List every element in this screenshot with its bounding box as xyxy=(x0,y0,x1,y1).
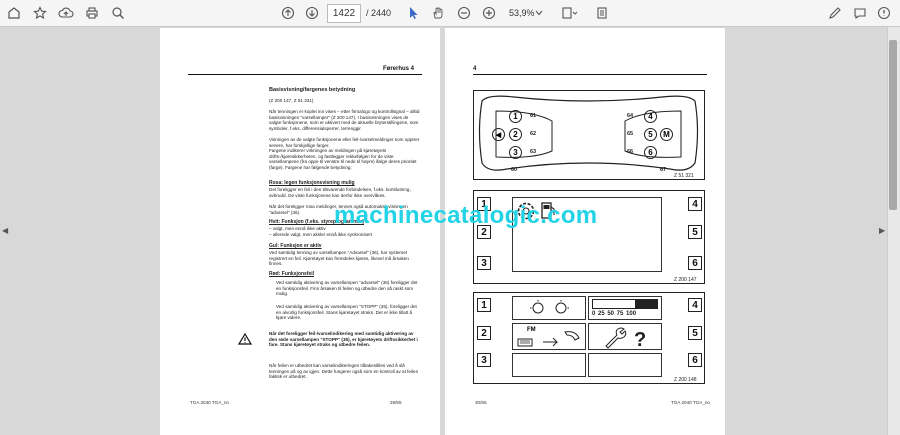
zoom-level[interactable]: 53,9% xyxy=(509,8,535,18)
page-header: Førerhus 4 xyxy=(383,66,415,72)
watermark-text: machinecatalogic.com xyxy=(334,202,598,229)
page-left: Førerhus 4 Basisvisning/fargenes betydni… xyxy=(160,28,440,435)
info-key-6: 6 xyxy=(688,353,702,367)
display-key-5: 5 xyxy=(688,225,702,239)
left-panel-toggle-icon[interactable]: ◀ xyxy=(2,226,8,235)
info-key-3: 3 xyxy=(477,353,491,367)
zoom-out-icon[interactable] xyxy=(455,3,473,23)
home-icon[interactable] xyxy=(5,3,23,23)
intro-paragraph: Når tenningen er koplet inn vises – ette… xyxy=(269,109,420,131)
callout-67: 67 xyxy=(660,167,667,173)
print-icon[interactable] xyxy=(83,3,101,23)
footer-page-number: 29/55 xyxy=(390,400,402,405)
zoom-search-icon[interactable] xyxy=(109,3,127,23)
next-page-icon[interactable] xyxy=(303,3,321,23)
right-panel-toggle-icon[interactable]: ▶ xyxy=(879,226,885,235)
page-options-icon[interactable] xyxy=(593,3,611,23)
lamp-cell xyxy=(512,296,586,320)
wrench-question-icon: ? xyxy=(605,327,646,349)
footer-page-number: 30/55 xyxy=(475,400,487,405)
warning-triangle-icon xyxy=(237,332,253,350)
level-gauge xyxy=(592,299,658,309)
info-key-2: 2 xyxy=(477,326,491,340)
wheel-button-4: 4 xyxy=(644,110,657,123)
callout-66: 66 xyxy=(627,149,634,155)
wheel-button-1: 1 xyxy=(509,110,522,123)
wheel-button-6: 6 xyxy=(644,146,657,159)
intro-paragraph-3: Fargene indikerer virkningen av meldinge… xyxy=(269,148,417,170)
wheel-button-3: 3 xyxy=(509,146,522,159)
display-key-4: 4 xyxy=(688,197,702,211)
gauge-ticks: 0 25 50 75 100 xyxy=(592,311,637,317)
display-info-figure: 1 2 3 4 5 6 0 25 50 75 100 FM ? Z 200 14… xyxy=(473,292,705,384)
account-icon[interactable] xyxy=(875,3,893,23)
callout-60: 60 xyxy=(511,167,518,173)
page-header: 4 xyxy=(473,66,477,72)
page-total: / 2440 xyxy=(366,8,392,18)
display-key-6: 6 xyxy=(688,256,702,270)
gauge-cell: 0 25 50 75 100 xyxy=(588,296,662,320)
previous-page-icon[interactable] xyxy=(279,3,297,23)
pink-text: Det foreligger en feil i den tilsvarende… xyxy=(269,187,411,198)
header-rule xyxy=(188,74,422,75)
footer-doc-id: TGA 2040 TGA_no xyxy=(190,400,229,405)
svg-text:?: ? xyxy=(634,329,646,349)
light-bulbs-icon xyxy=(530,300,569,314)
info-key-1: 1 xyxy=(477,298,491,312)
red-bullet-1: Ved samtidig aktivering av varsellampen … xyxy=(276,280,418,297)
display-key-3: 3 xyxy=(477,256,491,270)
level-gauge-fill xyxy=(635,300,658,308)
wheel-left-arrow-button: ◀ xyxy=(492,128,505,141)
page-number-input[interactable]: 1422 xyxy=(327,4,361,23)
callout-63: 63 xyxy=(530,149,537,155)
comment-icon[interactable] xyxy=(851,3,869,23)
wheel-button-2: 2 xyxy=(509,128,522,141)
empty-cell-right xyxy=(588,353,662,377)
callout-61: 61 xyxy=(530,113,537,119)
callout-62: 62 xyxy=(530,131,537,137)
figure-reference: (Z 200 147, Z 51 331) xyxy=(269,98,314,103)
fm-cell: FM xyxy=(512,323,586,350)
bookmark-star-icon[interactable] xyxy=(31,3,49,23)
sign-pen-icon[interactable] xyxy=(826,3,844,23)
wheel-button-5: 5 xyxy=(644,128,657,141)
select-cursor-icon[interactable] xyxy=(405,3,421,23)
section-title: Basisvisning/fargenes betydning xyxy=(269,87,356,93)
red-heading: Rød: Funksjonsfeil xyxy=(269,271,314,277)
service-cell: ? xyxy=(588,323,662,350)
empty-cell-left xyxy=(512,353,586,377)
pdf-toolbar: 1422 / 2440 53,9% xyxy=(0,0,900,27)
radio-phone-icon xyxy=(517,331,580,347)
yellow-heading: Gul: Funksjon er aktiv xyxy=(269,243,322,249)
figure-caption: Z 200 148 xyxy=(674,377,697,383)
warning-text: Når det foreligger feil-/varselindikerin… xyxy=(269,331,418,348)
red-bullet-2: Ved samtidig aktivering av varsellampen … xyxy=(276,304,417,321)
scrollbar-thumb[interactable] xyxy=(889,40,897,210)
closing-paragraph: Når feilen er utbedret kan varselindiker… xyxy=(269,363,419,380)
callout-64: 64 xyxy=(627,113,634,119)
yellow-text: Ved samtidig tenning av varsellampen "Ad… xyxy=(269,250,409,267)
info-key-5: 5 xyxy=(688,326,702,340)
zoom-dropdown-chevron-icon[interactable] xyxy=(534,3,544,23)
figure-caption: Z 200 147 xyxy=(674,277,697,283)
zoom-in-icon[interactable] xyxy=(480,3,498,23)
white-line-2: – allerede valgt, men aksler ennå ikke s… xyxy=(269,232,373,237)
info-key-4: 4 xyxy=(688,298,702,312)
wheel-mode-button: M xyxy=(660,128,673,141)
footer-doc-id: TGA 2040 TGA_no xyxy=(671,400,710,405)
page-right: 4 ◀ 1 2 3 4 5 6 M 61 62 63 60 64 65 66 6… xyxy=(445,28,725,435)
callout-65: 65 xyxy=(627,131,634,137)
pink-heading: Rosa: legen funksjonsvisning mulig xyxy=(269,180,355,186)
cloud-upload-icon[interactable] xyxy=(57,3,75,23)
hand-tool-icon[interactable] xyxy=(429,3,447,23)
header-rule xyxy=(473,74,707,75)
fit-page-icon[interactable] xyxy=(559,3,581,23)
figure-caption: Z 51 321 xyxy=(674,173,694,179)
intro-paragraph-2: Visningen av de valgte funksjonene eller… xyxy=(269,137,420,148)
steering-wheel-figure: ◀ 1 2 3 4 5 6 M 61 62 63 60 64 65 66 67 … xyxy=(473,90,705,180)
